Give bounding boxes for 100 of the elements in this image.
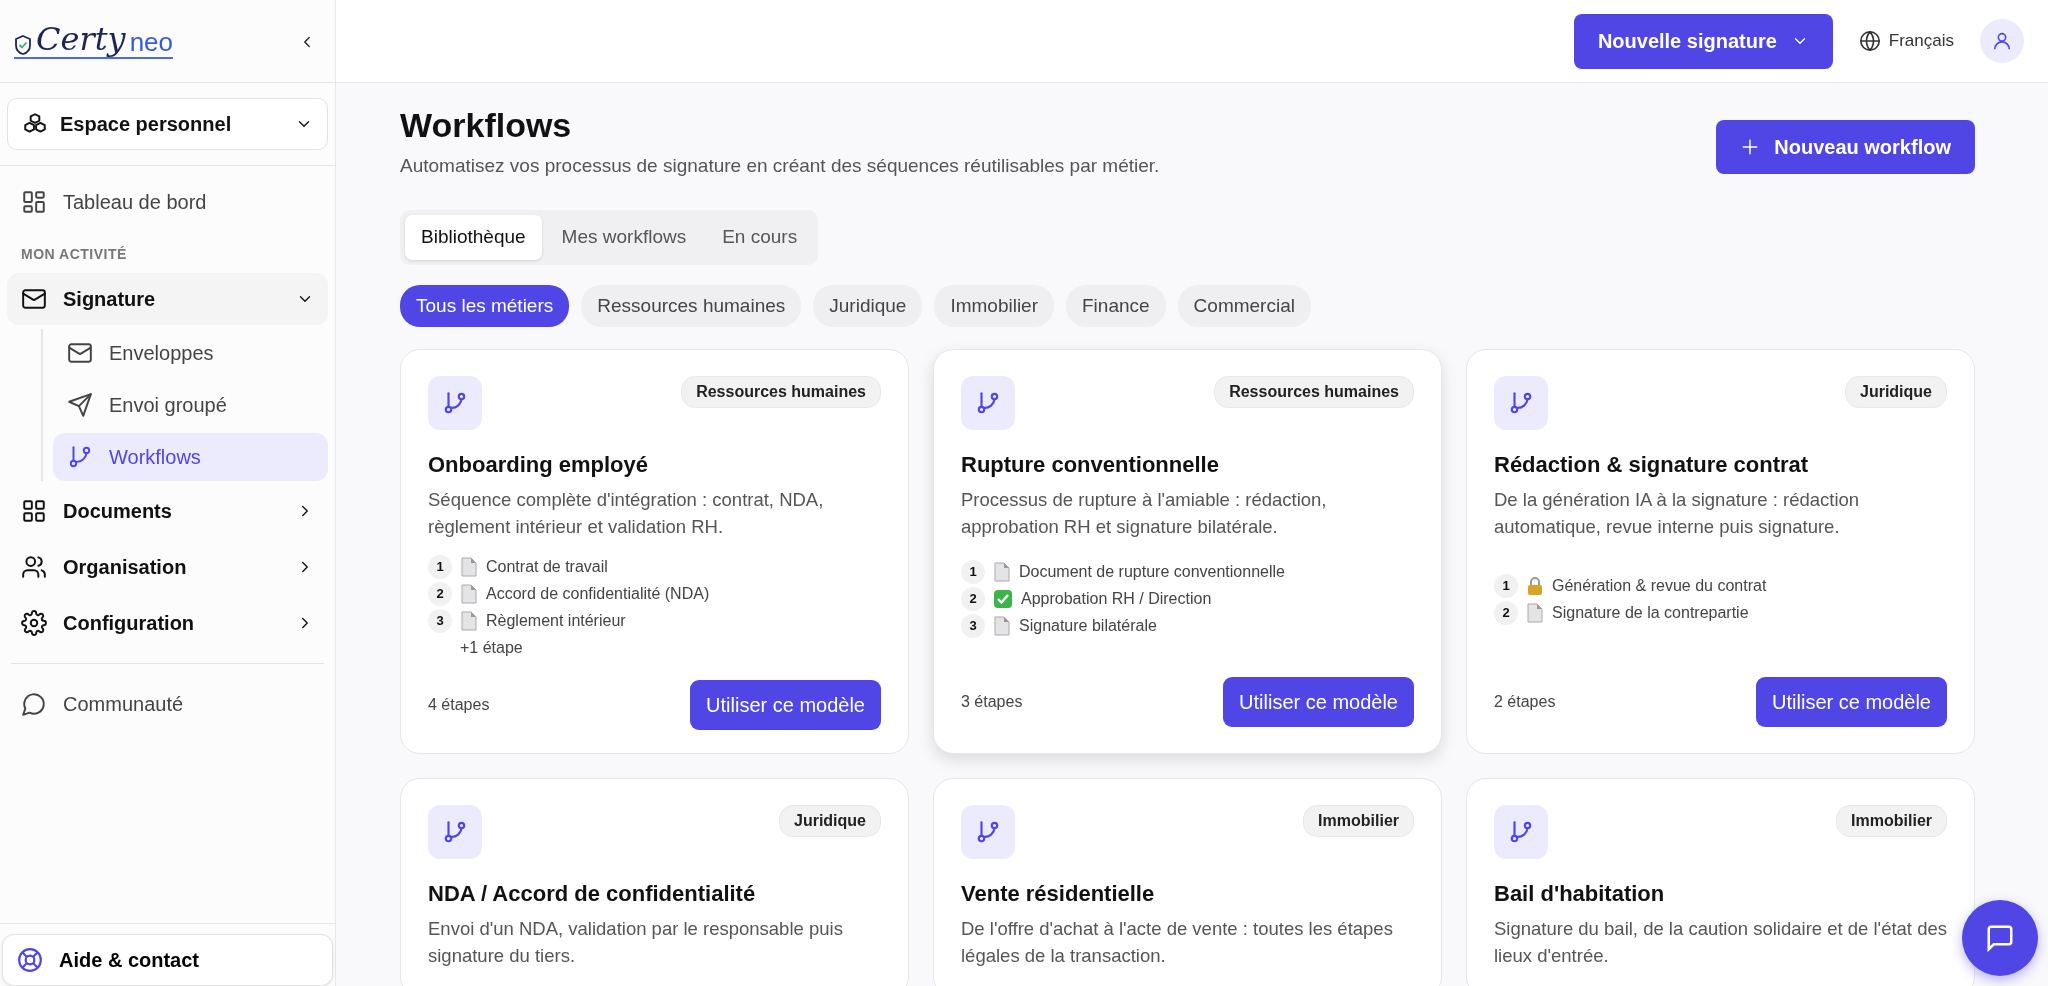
dashboard-icon	[21, 189, 47, 215]
chat-button[interactable]	[1962, 900, 2038, 976]
sidebar-group[interactable]: Organisation	[7, 541, 328, 593]
branch-tile-icon	[961, 805, 1015, 860]
step-number: 1	[1494, 573, 1518, 598]
workflow-card[interactable]: Immobilier Vente résidentielle De l'offre d'achat à l'acte de vente : toutes les étapes légales de la transaction.	[933, 778, 1442, 986]
filter-chip[interactable]: Ressources humaines	[581, 284, 802, 328]
tab[interactable]: Mes workflows	[545, 215, 703, 260]
category-tag: Juridique	[1845, 376, 1947, 409]
lifebuoy-icon	[17, 947, 43, 973]
step-label: Document de rupture conventionnelle	[1019, 562, 1285, 583]
category-tag: Ressources humaines	[681, 376, 881, 409]
workflow-card[interactable]: Immobilier Bail d'habitation Signature du bail, de la caution solidaire et de l'état des lieux d'entrée.	[1466, 778, 1975, 986]
branch-tile-icon	[1494, 376, 1548, 431]
sidebar-group[interactable]: Documents	[7, 485, 328, 537]
help-contact-button[interactable]: Aide & contact	[2, 934, 333, 986]
filter-chip[interactable]: Juridique	[813, 284, 923, 328]
step-label: Contrat de travail	[486, 556, 608, 577]
sidebar-group[interactable]: Configuration	[7, 597, 328, 649]
sidebar-item[interactable]: Tableau de bord	[7, 176, 328, 228]
step-number: 2	[961, 587, 985, 612]
step-number: 3	[961, 614, 985, 639]
document-icon	[460, 583, 478, 604]
user-icon	[1991, 30, 2013, 52]
shield-icon	[14, 35, 32, 55]
branch-tile-icon	[428, 376, 482, 431]
filter-chip[interactable]: Commercial	[1177, 284, 1311, 328]
tab[interactable]: Bibliothèque	[405, 215, 542, 260]
message-icon	[1985, 923, 2015, 953]
sidebar-subitem[interactable]: Enveloppes	[53, 329, 328, 377]
use-template-button[interactable]: Utiliser ce modèle	[1756, 677, 1947, 728]
step-count: 4 étapes	[428, 694, 490, 715]
step-label: Signature bilatérale	[1019, 616, 1157, 637]
step-number: 1	[961, 560, 985, 585]
step-number: 2	[428, 581, 452, 606]
card-title: Onboarding employé	[428, 451, 650, 480]
document-icon	[993, 616, 1011, 637]
step-label: Signature de la contrepartie	[1552, 602, 1749, 623]
step-label: Accord de confidentialité (NDA)	[486, 583, 710, 604]
grid-icon	[21, 498, 47, 524]
workflow-card[interactable]: Juridique NDA / Accord de confidentialité Envoi d'un NDA, validation par le responsable puis signature du tiers.	[400, 778, 909, 986]
category-tag: Ressources humaines	[1214, 376, 1414, 409]
document-icon	[1526, 602, 1544, 623]
new-workflow-button[interactable]: Nouveau workflow	[1716, 120, 1975, 174]
branch-icon	[67, 444, 93, 470]
chat-bubble-icon	[21, 691, 47, 717]
filter-chip[interactable]: Finance	[1066, 284, 1166, 328]
workflow-card[interactable]	[400, 349, 909, 755]
branch-tile-icon	[961, 376, 1015, 431]
use-template-button[interactable]: Utiliser ce modèle	[690, 679, 881, 730]
step-label: Génération & revue du contrat	[1552, 575, 1767, 596]
page-subtitle: Automatisez vos processus de signature en créant des séquences réutilisables par métier.	[400, 153, 1160, 178]
more-steps: +1 étape	[428, 635, 881, 660]
category-tag: Immobilier	[1303, 805, 1414, 838]
card-description: Signature du bail, de la caution solidaire et de l'état des lieux d'entrée.	[1494, 917, 1947, 969]
sidebar-subitem[interactable]: Workflows	[53, 433, 328, 481]
envelope-icon	[67, 340, 93, 366]
workflow-card[interactable]	[933, 349, 1442, 755]
document-icon	[993, 562, 1011, 583]
language-selector[interactable]: Français	[1852, 27, 1960, 55]
category-tag: Immobilier	[1836, 805, 1947, 838]
category-tag: Juridique	[779, 805, 881, 838]
step-number: 1	[428, 554, 452, 579]
branch-tile-icon	[428, 805, 482, 860]
sidebar-item[interactable]: Communauté	[7, 678, 328, 730]
document-icon	[460, 556, 478, 577]
lock-icon	[1526, 575, 1544, 596]
card-description: Envoi d'un NDA, validation par le responsable puis signature du tiers.	[428, 917, 844, 969]
card-description: De la génération IA à la signature : rédaction automatique, revue interne puis signature.	[1494, 488, 1861, 540]
card-title: Bail d'habitation	[1494, 880, 1666, 909]
card-description: Séquence complète d'intégration : contrat, NDA, règlement intérieur et validation RH.	[428, 488, 825, 540]
tab[interactable]: En cours	[706, 215, 814, 260]
filter-chip[interactable]: Immobilier	[934, 284, 1054, 328]
new-signature-button[interactable]: Nouvelle signature	[1573, 13, 1833, 69]
step-label: Approbation RH / Direction	[1021, 589, 1212, 610]
card-description: De l'offre d'achat à l'acte de vente : toutes les étapes légales de la transaction.	[961, 917, 1394, 969]
card-description: Processus de rupture à l'amiable : rédaction, approbation RH et signature bilatérale.	[961, 488, 1328, 540]
step-count: 3 étapes	[961, 692, 1023, 713]
document-icon	[460, 610, 478, 631]
card-title: Vente résidentielle	[961, 880, 1156, 909]
section-heading: MON ACTIVITÉ	[20, 245, 128, 264]
paper-plane-icon	[67, 392, 93, 418]
globe-icon	[1858, 30, 1881, 52]
card-title: Rupture conventionnelle	[961, 451, 1220, 480]
workspace-select[interactable]: Espace personnel	[7, 98, 328, 150]
workflow-card[interactable]	[1466, 349, 1975, 755]
logo[interactable]: Certyneo	[14, 23, 174, 59]
settings-icon	[21, 610, 47, 636]
page-title: Workflows	[400, 105, 573, 146]
sidebar-group[interactable]: Signature	[7, 273, 328, 325]
check-icon	[993, 589, 1013, 610]
users-icon	[21, 554, 47, 580]
use-template-button[interactable]: Utiliser ce modèle	[1223, 677, 1414, 728]
step-number: 3	[428, 608, 452, 633]
filter-chip[interactable]: Tous les métiers	[400, 284, 570, 328]
branch-tile-icon	[1494, 805, 1548, 860]
user-avatar[interactable]	[1980, 19, 2024, 63]
step-number: 2	[1494, 600, 1518, 625]
sidebar-subitem[interactable]: Envoi groupé	[53, 381, 328, 429]
envelope-icon	[21, 286, 47, 312]
